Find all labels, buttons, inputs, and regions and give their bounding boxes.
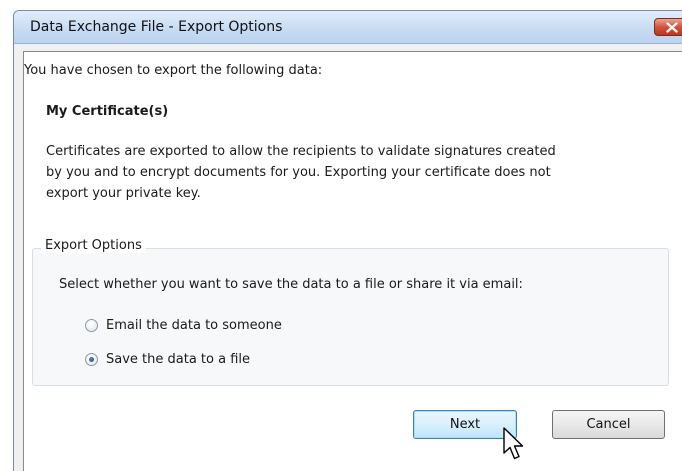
export-prompt: Select whether you want to save the data… [59,277,523,292]
email-option-label[interactable]: Email the data to someone [106,318,282,333]
mouse-pointer-icon [503,427,524,460]
dialog-title: Data Exchange File - Export Options [30,19,283,35]
close-icon [666,22,678,33]
description-line: export your private key. [46,186,201,201]
save-file-option-label[interactable]: Save the data to a file [106,352,250,367]
save-file-option[interactable]: Save the data to a file [85,352,250,367]
intro-text: You have chosen to export the following … [24,63,323,78]
description-line: by you and to encrypt documents for you.… [46,165,551,180]
email-radio[interactable] [85,319,98,332]
data-type-label: My Certificate(s) [46,104,169,119]
title-bar[interactable]: Data Exchange File - Export Options [14,11,682,44]
description-line: Certificates are exported to allow the r… [46,144,556,159]
cancel-button[interactable]: Cancel [552,410,665,439]
close-button[interactable] [654,18,682,36]
save-file-radio[interactable] [85,353,98,366]
email-option[interactable]: Email the data to someone [85,318,282,333]
export-options-legend: Export Options [41,238,146,253]
description-text: Certificates are exported to allow the r… [46,141,666,204]
next-button[interactable]: Next [413,410,517,439]
